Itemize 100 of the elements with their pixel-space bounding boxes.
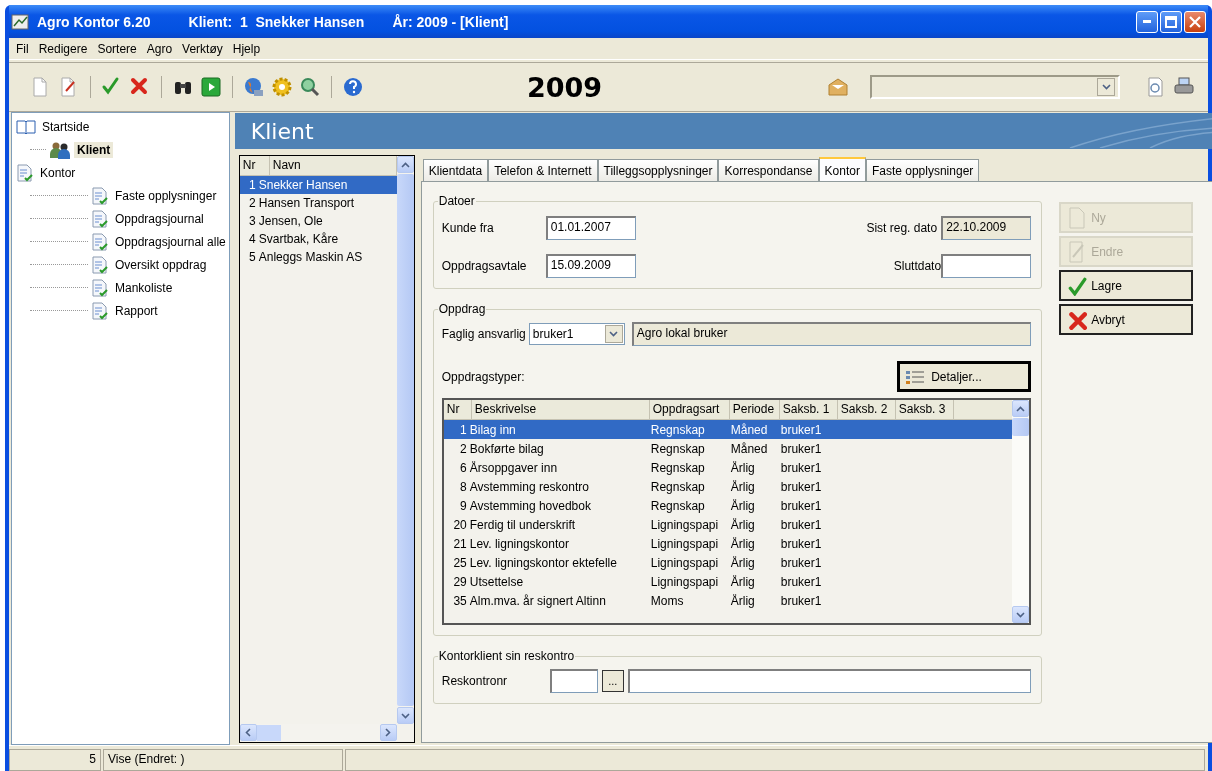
tab[interactable]: Korrespondanse <box>718 159 819 181</box>
field-label: Sist reg. dato <box>866 221 938 235</box>
scroll-thumb[interactable] <box>256 725 281 741</box>
check-icon <box>1067 275 1088 296</box>
ledger-number-field[interactable] <box>549 669 598 693</box>
scroll-thumb[interactable] <box>1012 418 1030 436</box>
column-header[interactable]: Periode <box>729 400 780 419</box>
search-icon[interactable] <box>299 76 321 98</box>
scroll-down-icon[interactable] <box>1101 84 1111 90</box>
scrollbar[interactable] <box>396 156 414 724</box>
table-row[interactable]: 6 Årsoppgaver inn Regnskap Årlig bruker1 <box>443 458 1013 477</box>
scroll-up-icon[interactable] <box>1016 405 1026 412</box>
close-button[interactable] <box>1184 10 1206 33</box>
column-header[interactable]: Nr <box>239 156 270 175</box>
report-icon <box>91 209 109 228</box>
client-row[interactable]: 4 Svartbak, Kåre <box>239 230 397 248</box>
minimize-button[interactable] <box>1136 10 1158 33</box>
table-row[interactable]: 9 Avstemming hovedbok Regnskap Årlig bruker1 <box>443 496 1013 515</box>
column-header[interactable]: Navn <box>269 156 397 175</box>
date-field[interactable]: 15.09.2009 <box>545 254 636 278</box>
column-header[interactable]: Saksb. 2 <box>837 400 896 419</box>
responsible-name-field: Agro lokal bruker <box>631 322 1032 346</box>
tab[interactable]: Telefon & Internett <box>488 159 598 181</box>
menu-item[interactable]: Redigere <box>33 41 93 56</box>
field-label: Reskontronr <box>441 674 509 688</box>
responsible-select[interactable]: bruker1 <box>528 323 625 345</box>
scroll-up-icon[interactable] <box>400 161 410 168</box>
menu-item[interactable]: Fil <box>11 41 34 56</box>
play-icon[interactable] <box>200 76 222 98</box>
details-button[interactable]: Detaljer... <box>897 361 1032 392</box>
status-count: 5 <box>9 749 101 771</box>
tree-item[interactable]: Oversikt oppdrag <box>112 256 210 273</box>
table-row[interactable]: 25 Lev. ligningskontor ektefelle Ligningspapi Årlig bruker1 <box>443 553 1013 572</box>
date-field[interactable] <box>941 254 1032 278</box>
browse-button[interactable]: ... <box>601 670 624 692</box>
tree-item[interactable]: Klient <box>74 141 114 158</box>
table-row[interactable]: 20 Ferdig til underskrift Ligningspapi Årlig bruker1 <box>443 515 1013 534</box>
maximize-icon <box>1165 15 1177 28</box>
column-header[interactable]: Beskrivelse <box>471 400 650 419</box>
table-row[interactable]: 35 Alm.mva. år signert Altinn Moms Årlig bruker1 <box>443 591 1013 610</box>
table-row[interactable]: 8 Avstemming reskontro Regnskap Årlig bruker1 <box>443 477 1013 496</box>
report-icon <box>91 301 109 320</box>
close-icon <box>1189 15 1201 28</box>
tree-item[interactable]: Kontor <box>37 164 79 181</box>
client-row[interactable]: 1 Snekker Hansen <box>239 176 397 194</box>
action-button[interactable]: Lagre <box>1059 270 1194 301</box>
tab[interactable]: Faste opplysninger <box>865 159 980 181</box>
tab[interactable]: Klientdata <box>422 159 489 181</box>
scroll-right-icon[interactable] <box>385 728 392 737</box>
column-header[interactable]: Oppdragsart <box>649 400 730 419</box>
menu-item[interactable]: Agro <box>141 41 178 56</box>
status-text: Vise (Endret: ) <box>103 749 343 771</box>
year-title: År: 2009 - [Klient] <box>392 13 509 30</box>
group-title: Oppdrag <box>437 302 487 316</box>
tree-item[interactable]: Startside <box>39 118 93 135</box>
settings-icon[interactable] <box>271 76 293 98</box>
book-icon <box>16 118 36 135</box>
table-row[interactable]: 21 Lev. ligningskontor Ligningspapi Årlig bruker1 <box>443 534 1013 553</box>
client-row[interactable]: 2 Hansen Transport <box>239 194 397 212</box>
combo-field[interactable] <box>870 75 1120 99</box>
scrollbar[interactable] <box>1012 400 1030 623</box>
menu-item[interactable]: Sortere <box>92 41 142 56</box>
report-icon <box>91 255 109 274</box>
tab[interactable]: Tilleggsopplysninger <box>597 159 719 181</box>
scroll-down-icon[interactable] <box>1016 611 1026 618</box>
column-header[interactable]: Saksb. 3 <box>895 400 954 419</box>
horizontal-scrollbar[interactable] <box>239 724 397 742</box>
ledger-name-field[interactable] <box>627 669 1032 693</box>
field-label: Kunde fra <box>441 221 495 235</box>
report-icon <box>16 163 34 182</box>
field-label: Sluttdato <box>893 259 942 273</box>
date-field[interactable]: 01.01.2007 <box>545 216 636 240</box>
report-icon <box>91 232 109 251</box>
document-icon <box>1067 206 1088 229</box>
action-button[interactable]: Avbryt <box>1059 304 1194 335</box>
scroll-left-icon[interactable] <box>245 728 252 737</box>
table-row[interactable]: 2 Bokførte bilag Regnskap Måned bruker1 <box>443 439 1013 458</box>
maximize-button[interactable] <box>1160 10 1182 33</box>
scroll-down-icon[interactable] <box>400 712 410 719</box>
client-row[interactable]: 5 Anleggs Maskin AS <box>239 248 397 266</box>
group-title: Kontorklient sin reskontro <box>437 649 576 663</box>
table-row[interactable]: 29 Utsettelse Ligningspapi Årlig bruker1 <box>443 572 1013 591</box>
menu-item[interactable]: Hjelp <box>227 41 266 56</box>
scroll-down-icon[interactable] <box>609 331 619 337</box>
envelope-icon[interactable] <box>827 76 849 98</box>
field-label: Oppdragstyper: <box>441 369 525 384</box>
menu-item[interactable]: Verktøy <box>177 41 228 56</box>
tree-item[interactable]: Oppdragsjournal <box>112 210 207 227</box>
column-header[interactable]: Saksb. 1 <box>779 400 838 419</box>
window-title: Agro Kontor 6.20 <box>37 13 151 30</box>
globe-icon[interactable] <box>243 76 265 98</box>
page-title: Klient <box>250 118 314 144</box>
client-row[interactable]: 3 Jensen, Ole <box>239 212 397 230</box>
help-icon[interactable] <box>342 76 364 98</box>
table-row[interactable]: 1 Bilag inn Regnskap Måned bruker1 <box>443 420 1013 439</box>
tree-item[interactable]: Rapport <box>112 302 161 319</box>
tree-item[interactable]: Mankoliste <box>112 279 176 296</box>
tree-item[interactable]: Faste opplysninger <box>112 187 220 204</box>
tree-item[interactable]: Oppdragsjournal alle <box>112 233 229 250</box>
column-header[interactable]: Nr <box>443 400 472 419</box>
